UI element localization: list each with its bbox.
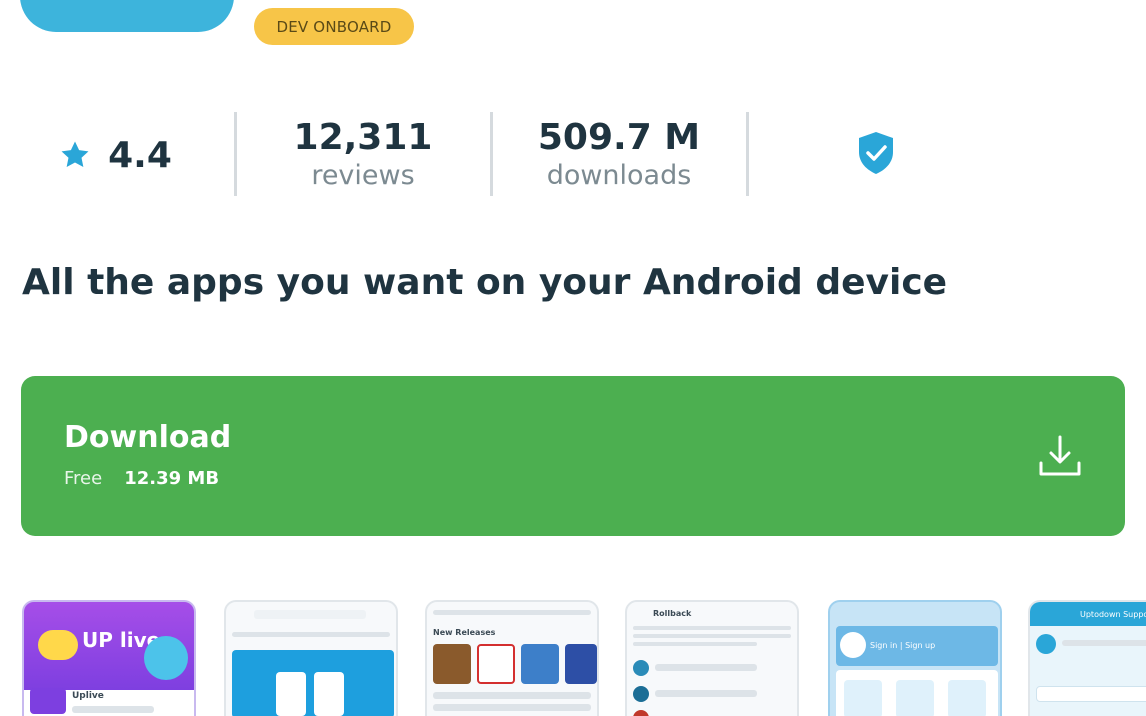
download-meta: Free 12.39 MB	[64, 468, 219, 489]
menu-tile	[948, 680, 986, 716]
search-field	[1036, 686, 1146, 702]
app-icon-thumb	[433, 644, 471, 684]
download-size: 12.39 MB	[124, 468, 220, 489]
rating-value: 4.4	[108, 134, 172, 176]
placeholder-line	[655, 690, 757, 697]
signin-label: Sign in | Sign up	[870, 641, 936, 650]
screenshot-thumbnail[interactable]: New Releases	[425, 600, 599, 716]
placeholder-line	[633, 642, 757, 646]
app-icon-thumb	[633, 686, 649, 702]
screenshot-thumbnail[interactable]: Sign in | Sign up	[828, 600, 1002, 716]
dev-onboard-label: DEV ONBOARD	[276, 17, 392, 36]
stats-row: 4.4 12,311 reviews 509.7 M downloads	[0, 100, 1146, 210]
dev-onboard-badge: DEV ONBOARD	[254, 8, 414, 45]
app-icon	[20, 0, 234, 32]
section-title: New Releases	[433, 628, 496, 637]
placeholder-line	[633, 626, 791, 630]
screenshot-thumbnail[interactable]: Rollback	[625, 600, 799, 716]
menu-tile	[896, 680, 934, 716]
download-icon	[1039, 435, 1081, 476]
help-icon	[1036, 634, 1056, 654]
placeholder-line	[433, 692, 591, 699]
reviews-stat: 12,311 reviews	[236, 100, 490, 210]
app-icon-thumb	[633, 710, 649, 716]
screen-title: Rollback	[653, 609, 692, 618]
tab-strip	[433, 610, 591, 615]
banner-graphic	[232, 650, 394, 716]
placeholder-line	[433, 704, 591, 711]
reviews-label: reviews	[311, 160, 415, 191]
download-price: Free	[64, 468, 103, 489]
download-button[interactable]: Download Free 12.39 MB	[21, 376, 1125, 536]
screenshot-thumbnail[interactable]: UP live Uplive	[22, 600, 196, 716]
phone-graphic	[276, 672, 306, 716]
placeholder-line	[72, 706, 154, 713]
page-headline: All the apps you want on your Android de…	[22, 262, 948, 303]
downloads-value: 509.7 M	[537, 117, 701, 158]
phone-graphic	[314, 672, 344, 716]
shield-check-icon[interactable]	[856, 130, 896, 176]
rating-stat: 4.4	[40, 100, 190, 210]
app-icon-thumb	[521, 644, 559, 684]
downloads-label: downloads	[546, 160, 692, 191]
downloads-stat: 509.7 M downloads	[492, 100, 746, 210]
mascot-graphic	[144, 636, 188, 680]
placeholder-line	[1062, 640, 1146, 646]
screenshot-thumbnail[interactable]	[224, 600, 398, 716]
app-icon-thumb	[633, 660, 649, 676]
app-name: Uplive	[72, 691, 104, 701]
app-logo-icon	[30, 688, 66, 714]
app-icon-thumb	[477, 644, 515, 684]
tab-strip	[232, 632, 390, 637]
menu-tile	[844, 680, 882, 716]
avatar-icon	[840, 632, 866, 658]
search-bar	[254, 610, 366, 619]
screenshots-gallery: UP live Uplive New Releases Rollback Sig…	[0, 600, 1146, 716]
reviews-value: 12,311	[293, 117, 433, 158]
download-title: Download	[64, 420, 232, 455]
app-icon-thumb	[565, 644, 597, 684]
star-icon	[61, 141, 89, 168]
placeholder-line	[633, 634, 791, 638]
placeholder-line	[655, 664, 757, 671]
screen-title: Uptodown Support	[1080, 610, 1146, 619]
screenshot-thumbnail[interactable]: Uptodown Support	[1028, 600, 1146, 716]
stat-divider	[746, 112, 749, 196]
emoji-graphic	[38, 630, 78, 660]
